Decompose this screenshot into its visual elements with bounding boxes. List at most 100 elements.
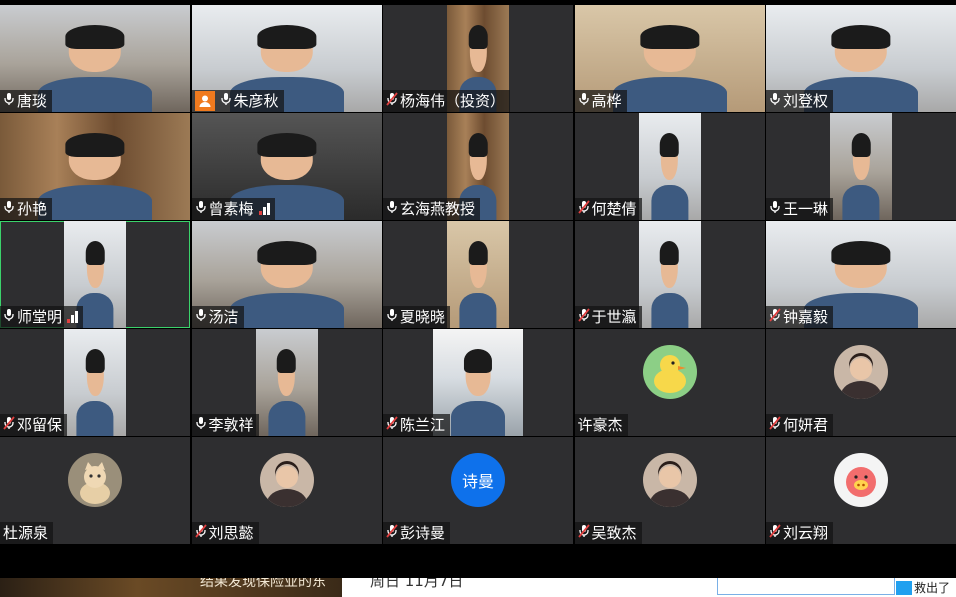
cat-icon xyxy=(68,453,122,507)
person-silhouette xyxy=(38,133,152,220)
mic-muted-icon xyxy=(386,90,398,112)
participant-tile[interactable]: 朱彦秋 xyxy=(191,5,382,112)
participant-tile[interactable]: 杜源泉 xyxy=(0,437,190,544)
participant-tile[interactable]: 唐琰 xyxy=(0,5,190,112)
participant-tile[interactable]: 曾素梅 xyxy=(191,113,382,220)
participant-tile[interactable]: 陈兰江 xyxy=(383,329,573,436)
participant-video xyxy=(64,329,126,436)
participant-name-label: 杜源泉 xyxy=(0,522,54,544)
participant-video xyxy=(830,113,892,220)
person-silhouette xyxy=(229,241,344,328)
participant-name: 杜源泉 xyxy=(3,524,49,542)
participant-name-label: 高桦 xyxy=(574,90,627,112)
participant-tile[interactable]: 玄海燕教授 xyxy=(383,113,573,220)
participant-name: 玄海燕教授 xyxy=(400,200,476,218)
person-silhouette xyxy=(650,241,689,328)
background-blue-square xyxy=(896,581,912,595)
participant-name: 邓留保 xyxy=(17,416,63,434)
background-input-box[interactable] xyxy=(717,578,895,595)
background-date-text: 周日 11月7日 xyxy=(370,578,464,590)
participant-name: 孙艳 xyxy=(17,200,48,218)
participant-name: 刘登权 xyxy=(783,92,829,110)
person-silhouette xyxy=(612,25,727,112)
participant-name-label: 彭诗曼 xyxy=(383,522,451,544)
participant-tile[interactable]: 许豪杰 xyxy=(574,329,765,436)
participant-name-label: 唐琰 xyxy=(0,90,53,112)
participant-name-label: 许豪杰 xyxy=(574,414,628,436)
mic-muted-icon xyxy=(3,414,15,436)
participant-tile[interactable]: 诗曼 彭诗曼 xyxy=(383,437,573,544)
participant-tile[interactable]: 邓留保 xyxy=(0,329,190,436)
person-silhouette xyxy=(451,349,505,436)
participant-name: 刘思懿 xyxy=(208,524,254,542)
mic-muted-icon xyxy=(386,522,398,544)
participant-tile[interactable]: 李敦祥 xyxy=(191,329,382,436)
participant-name: 夏晓晓 xyxy=(400,308,446,326)
participant-name-label: 刘云翔 xyxy=(766,522,834,544)
participant-name: 钟嘉毅 xyxy=(783,308,829,326)
participant-name: 唐琰 xyxy=(17,92,48,110)
duck-icon xyxy=(642,345,697,399)
participant-name: 汤洁 xyxy=(208,308,239,326)
participant-video xyxy=(638,221,701,328)
mic-muted-icon xyxy=(769,522,781,544)
participant-name-label: 吴致杰 xyxy=(574,522,642,544)
mic-icon xyxy=(195,306,207,328)
participant-name: 于世瀛 xyxy=(591,308,637,326)
participant-tile[interactable]: 师堂明 xyxy=(0,221,190,328)
participant-name: 师堂明 xyxy=(17,308,63,326)
person-silhouette xyxy=(267,349,306,436)
mic-muted-icon xyxy=(577,522,590,544)
participant-name-label: 夏晓晓 xyxy=(383,306,451,328)
meeting-window: 唐琰 朱彦秋 杨海伟（投资） 高桦 刘登权孙艳 曾素梅 玄海燕教授 何楚倩 王一琳师堂明 汤洁 夏晓… xyxy=(0,0,956,578)
mic-icon xyxy=(3,198,15,220)
participant-name-label: 李敦祥 xyxy=(191,414,259,436)
participant-name: 许豪杰 xyxy=(577,416,623,434)
participant-name-label: 曾素梅 xyxy=(191,198,275,220)
participant-tile[interactable]: 孙艳 xyxy=(0,113,190,220)
avatar-initials: 诗曼 xyxy=(451,453,505,507)
participant-name: 杨海伟（投资） xyxy=(400,92,506,110)
participant-tile[interactable]: 刘登权 xyxy=(766,5,956,112)
participant-tile[interactable]: 夏晓晓 xyxy=(383,221,573,328)
participant-name: 王一琳 xyxy=(783,200,829,218)
mic-muted-icon xyxy=(194,522,207,544)
participant-tile[interactable]: 刘思懿 xyxy=(191,437,382,544)
participant-name-label: 刘登权 xyxy=(766,90,834,112)
pig-icon xyxy=(834,453,888,507)
mic-muted-icon xyxy=(386,414,398,436)
participant-tile[interactable]: 于世瀛 xyxy=(574,221,765,328)
mic-icon xyxy=(769,198,781,220)
mic-icon xyxy=(195,198,207,220)
mic-icon xyxy=(386,198,398,220)
participant-tile[interactable]: 何妍君 xyxy=(766,329,956,436)
participant-name-label: 邓留保 xyxy=(0,414,68,436)
signal-strength-icon xyxy=(258,203,270,215)
background-page-strip: 结果发现保险业的东 周日 11月7日 救出了1 xyxy=(0,578,956,597)
mic-muted-icon xyxy=(769,414,781,436)
mic-muted-icon xyxy=(577,198,590,220)
person-silhouette xyxy=(650,133,689,220)
background-right-text: 救出了1 xyxy=(914,581,951,597)
participant-tile[interactable]: 汤洁 xyxy=(191,221,382,328)
mic-icon xyxy=(220,90,232,112)
participant-tile[interactable]: 吴致杰 xyxy=(574,437,765,544)
participant-name: 朱彦秋 xyxy=(233,92,279,110)
participant-tile[interactable]: 杨海伟（投资） xyxy=(383,5,573,112)
participant-tile[interactable]: 钟嘉毅 xyxy=(766,221,956,328)
participant-tile[interactable]: 何楚倩 xyxy=(574,113,765,220)
participant-tile[interactable]: 王一琳 xyxy=(766,113,956,220)
participant-name: 彭诗曼 xyxy=(400,524,446,542)
mic-muted-icon xyxy=(769,306,781,328)
participant-name: 何楚倩 xyxy=(591,200,637,218)
participant-name-label: 何妍君 xyxy=(766,414,834,436)
participant-name-label: 陈兰江 xyxy=(383,414,451,436)
participant-name: 曾素梅 xyxy=(208,200,254,218)
participant-tile[interactable]: 高桦 xyxy=(574,5,765,112)
participant-tile[interactable]: 刘云翔 xyxy=(766,437,956,544)
participant-name: 李敦祥 xyxy=(208,416,254,434)
portrait-icon xyxy=(834,345,888,399)
participant-name-label: 汤洁 xyxy=(191,306,244,328)
person-silhouette xyxy=(842,133,880,220)
signal-strength-icon xyxy=(67,311,79,323)
